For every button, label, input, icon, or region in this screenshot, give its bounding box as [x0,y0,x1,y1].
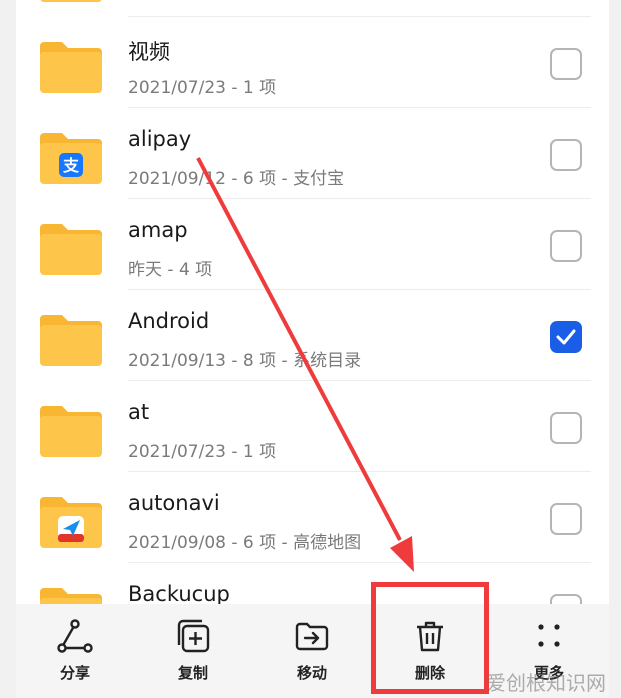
annotation-arrow [196,157,414,572]
annotation-arrowhead [390,536,414,572]
watermark-text: 爱创根知识网 [486,671,606,695]
